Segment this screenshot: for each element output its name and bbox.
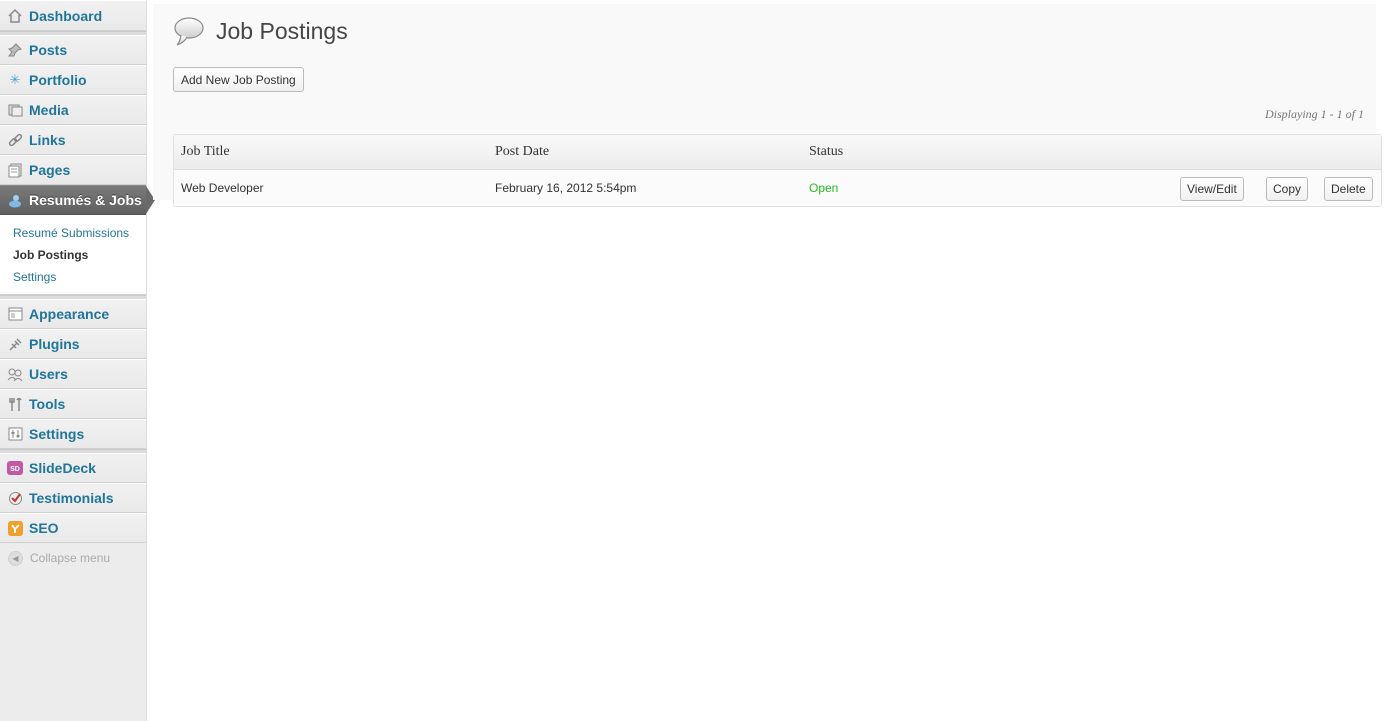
- column-header-status[interactable]: Status: [809, 144, 843, 160]
- sidebar-item-users[interactable]: Users: [0, 359, 146, 389]
- sidebar-item-label: Plugins: [29, 336, 80, 352]
- pages-icon: [7, 162, 23, 178]
- sidebar-item-media[interactable]: Media: [0, 95, 146, 125]
- delete-button[interactable]: Delete: [1324, 177, 1373, 201]
- sidebar-item-dashboard[interactable]: Dashboard: [0, 0, 146, 31]
- sidebar-item-plugins[interactable]: Plugins: [0, 329, 146, 359]
- sidebar-item-label: SlideDeck: [29, 460, 96, 476]
- appearance-icon: [7, 306, 23, 322]
- column-header-job-title[interactable]: Job Title: [181, 144, 230, 160]
- sidebar-item-tools[interactable]: Tools: [0, 389, 146, 419]
- plug-icon: [7, 336, 23, 352]
- add-new-job-posting-button[interactable]: Add New Job Posting: [173, 67, 304, 92]
- sidebar-item-posts[interactable]: Posts: [0, 35, 146, 65]
- media-icon: [7, 102, 23, 118]
- sidebar-item-label: Resumés & Jobs: [29, 192, 142, 208]
- pushpin-icon: [7, 42, 23, 58]
- sidebar-item-seo[interactable]: SEO: [0, 513, 146, 543]
- post-date-cell: February 16, 2012 5:54pm: [495, 181, 637, 195]
- sidebar-item-label: Tools: [29, 396, 66, 412]
- sidebar-item-resumes-jobs[interactable]: Resumés & Jobs: [0, 185, 155, 215]
- sidebar-item-links[interactable]: Links: [0, 125, 146, 155]
- sidebar-item-label: Appearance: [29, 306, 110, 322]
- status-cell: Open: [809, 181, 839, 195]
- sidebar-item-label: Pages: [29, 162, 71, 178]
- job-postings-table: Job Title Post Date Status Web Developer…: [173, 134, 1382, 207]
- sidebar-item-slidedeck[interactable]: SD SlideDeck: [0, 453, 146, 483]
- sidebar-item-label: Settings: [29, 426, 85, 442]
- collapse-arrow-icon: ◀: [8, 550, 23, 566]
- sidebar-item-label: Users: [29, 366, 68, 382]
- svg-text:SD: SD: [10, 466, 20, 473]
- collapse-menu-label: Collapse menu: [30, 551, 111, 565]
- admin-sidebar: Dashboard Posts ✳ Portfolio Media Links: [0, 0, 155, 721]
- sidebar-item-label: Media: [29, 102, 69, 118]
- sidebar-item-testimonials[interactable]: Testimonials: [0, 483, 146, 513]
- job-title-cell: Web Developer: [181, 181, 264, 195]
- main-content: Job Postings Add New Job Posting Display…: [147, 0, 1389, 721]
- sidebar-item-label: Dashboard: [29, 7, 103, 24]
- sidebar-item-appearance[interactable]: Appearance: [0, 299, 146, 329]
- sidebar-item-portfolio[interactable]: ✳ Portfolio: [0, 65, 146, 95]
- seo-icon: [7, 520, 23, 536]
- table-row: Web Developer February 16, 2012 5:54pm O…: [174, 170, 1381, 206]
- portfolio-icon: ✳: [9, 72, 21, 87]
- dashboard-icon: [7, 8, 23, 24]
- slidedeck-icon: SD: [7, 460, 23, 476]
- sidebar-item-label: Testimonials: [29, 490, 114, 506]
- link-icon: [7, 132, 23, 148]
- copy-button[interactable]: Copy: [1266, 177, 1309, 201]
- users-icon: [7, 366, 23, 382]
- page-title: Job Postings: [216, 18, 348, 44]
- tools-icon: [7, 396, 23, 412]
- view-edit-button[interactable]: View/Edit: [1180, 177, 1244, 201]
- sidebar-item-label: SEO: [29, 520, 59, 536]
- resumes-icon: [7, 192, 23, 208]
- resumes-jobs-submenu: Resumé Submissions Job Postings Settings: [0, 215, 146, 295]
- testimonials-icon: [7, 490, 23, 506]
- sidebar-item-pages[interactable]: Pages: [0, 155, 146, 185]
- app-window: Dashboard Posts ✳ Portfolio Media Links: [0, 0, 1389, 721]
- table-header: Job Title Post Date Status: [174, 135, 1381, 170]
- sidebar-item-label: Links: [29, 132, 66, 148]
- collapse-menu-button[interactable]: ◀ Collapse menu: [0, 543, 146, 573]
- sidebar-item-settings[interactable]: Settings: [0, 419, 146, 449]
- submenu-item-job-postings[interactable]: Job Postings: [0, 244, 146, 266]
- page-wrap: Job Postings Add New Job Posting Display…: [153, 4, 1382, 207]
- submenu-item-resume-submissions[interactable]: Resumé Submissions: [0, 222, 146, 244]
- pagination-count: Displaying 1 - 1 of 1: [1265, 107, 1364, 121]
- column-header-post-date[interactable]: Post Date: [495, 144, 549, 160]
- submenu-item-settings[interactable]: Settings: [0, 266, 146, 288]
- settings-icon: [7, 426, 23, 442]
- sidebar-item-label: Posts: [29, 42, 68, 58]
- speech-bubble-icon: [173, 16, 207, 48]
- sidebar-item-label: Portfolio: [29, 72, 87, 88]
